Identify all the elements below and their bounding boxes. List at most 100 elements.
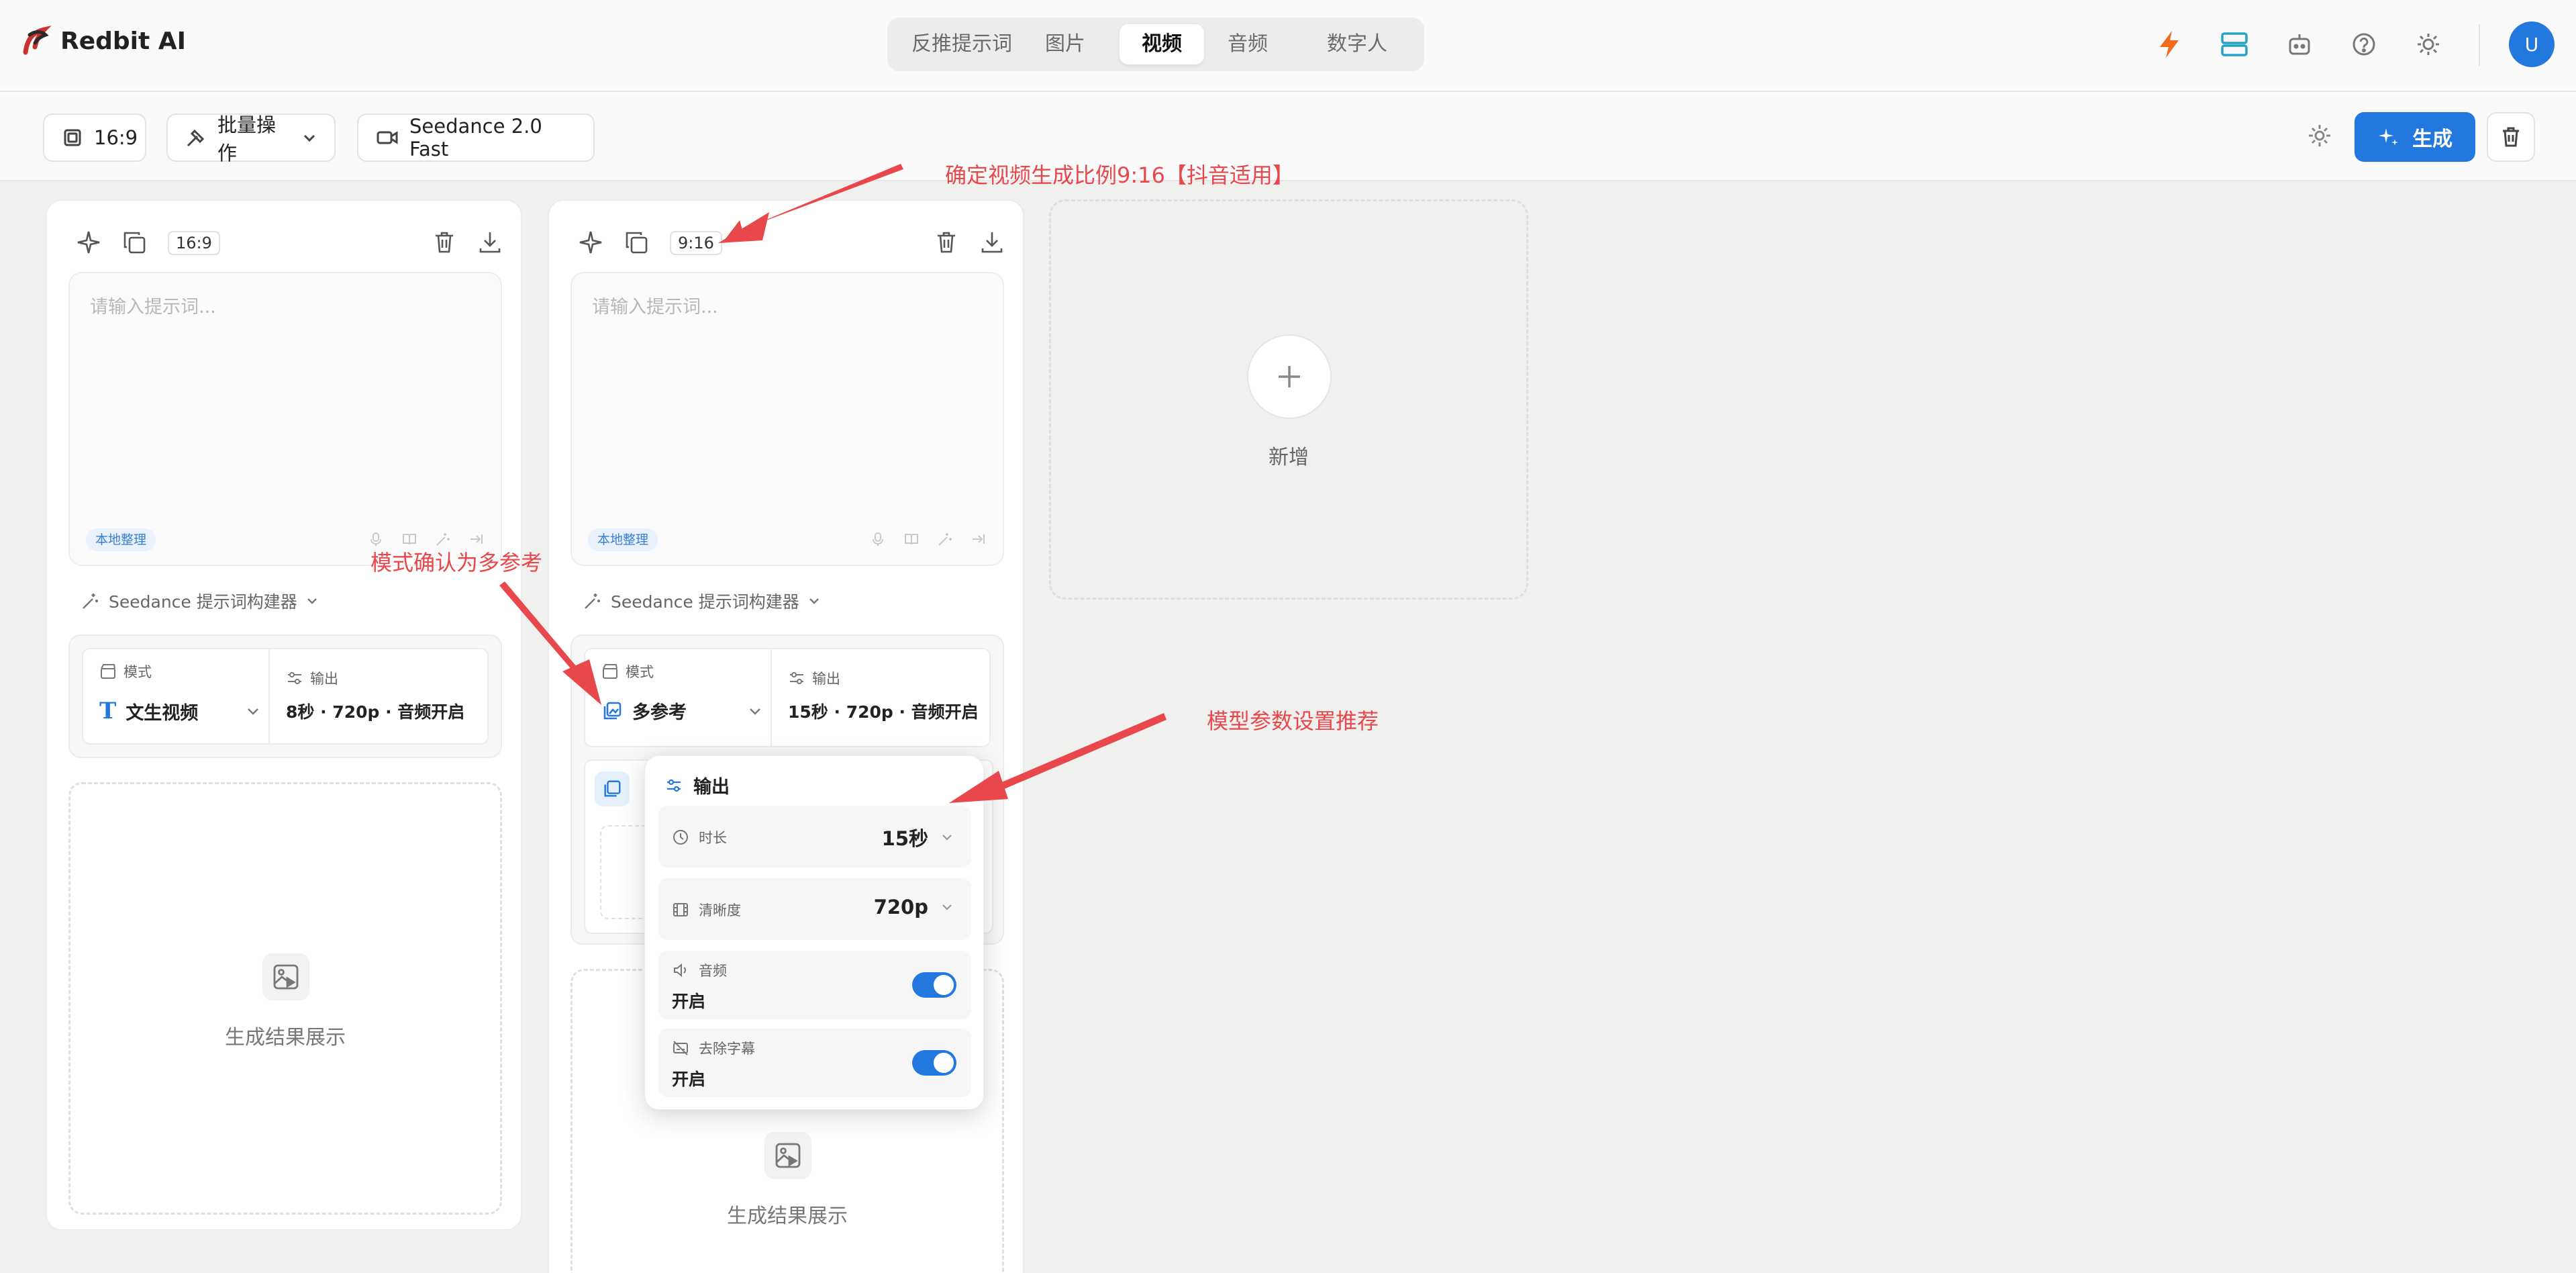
prompt-input[interactable]: 请输入提示词... 本地整理 [68,272,502,566]
duration-label: 时长 [699,830,727,846]
remove-subtitles-toggle[interactable] [912,1050,956,1076]
output-summary[interactable]: 8秒 · 720p · 音频开启 [286,699,464,723]
result-label: 生成结果展示 [727,1205,848,1228]
copy-icon[interactable] [119,228,149,257]
robot-icon[interactable] [2283,28,2316,60]
magic-wand-icon [583,591,603,611]
mode-label: 模式 [626,664,654,680]
video-card-2: 9:16 请输入提示词... 本地整理 Seedance 提示词构建器 模式 多… [548,199,1024,1273]
sparkle-icon [2377,126,2400,148]
card-ratio-badge[interactable]: 16:9 [168,231,220,255]
reference-images-icon[interactable] [595,771,630,806]
text-icon: T [99,698,117,724]
generate-label: 生成 [2412,128,2453,151]
clock-icon [672,829,689,846]
chevron-down-icon [246,704,260,718]
plus-icon[interactable] [1247,334,1332,419]
tab-image[interactable]: 图片 [1026,24,1105,64]
resolution-label-row: 清晰度 [672,900,741,920]
ratio-button[interactable]: 16:9 [43,113,146,162]
sliders-icon [665,777,683,794]
bolt-icon[interactable] [2153,28,2185,60]
sparkle-icon[interactable] [576,228,605,257]
tab-audio[interactable]: 音频 [1205,24,1290,64]
subtitle-label: 去除字幕 [699,1041,755,1057]
help-icon[interactable] [2348,28,2380,60]
builder-label: Seedance 提示词构建器 [611,592,799,612]
config-divider [771,649,772,746]
aspect-ratio-icon [62,127,83,148]
prompt-builder-dropdown[interactable]: Seedance 提示词构建器 [583,589,821,613]
chevron-down-icon [940,831,954,844]
audio-row: 音频 开启 [658,951,971,1019]
card-ratio-badge[interactable]: 9:16 [670,231,722,255]
annotation-mode: 模式确认为多参考 [370,550,543,575]
subtitles-off-icon [672,1039,689,1057]
duration-value-row: 15秒 [882,823,954,851]
tab-digital-human[interactable]: 数字人 [1303,24,1411,64]
local-tag[interactable]: 本地整理 [588,528,658,551]
model-label: Seedance 2.0 Fast [409,115,542,160]
sparkle-icon[interactable] [74,228,103,257]
book-icon[interactable] [903,531,920,547]
insert-icon[interactable] [468,531,485,547]
prompt-placeholder: 请输入提示词... [592,297,718,318]
local-tag[interactable]: 本地整理 [86,528,156,551]
magic-wand-icon[interactable] [937,531,953,547]
add-card[interactable]: 新增 [1049,199,1528,600]
image-video-icon [262,953,309,1000]
app-logo[interactable]: Redbit AI [20,26,186,56]
theme-icon[interactable] [2412,28,2444,60]
video-card-1: 16:9 请输入提示词... 本地整理 Seedance 提示词构建器 模式 T [46,199,522,1231]
output-summary[interactable]: 15秒 · 720p · 音频开启 [788,699,979,723]
download-icon[interactable] [977,228,1007,257]
mode-value: 多参考 [632,702,687,723]
trash-icon[interactable] [932,228,961,257]
microphone-icon[interactable] [368,531,384,547]
config-divider [268,649,270,743]
speaker-icon [672,961,689,979]
batch-operations-button[interactable]: 批量操作 [166,113,336,164]
magic-wand-icon[interactable] [435,531,451,547]
insert-icon[interactable] [971,531,987,547]
app-name: Redbit AI [60,27,187,55]
audio-toggle[interactable] [912,972,956,998]
user-avatar[interactable]: U [2509,21,2555,67]
layers-icon[interactable] [2218,28,2250,60]
output-label-row: 输出 [286,668,338,688]
chevron-down-icon [305,594,319,608]
settings-gear-icon[interactable] [2305,121,2337,153]
output-settings-popup: 输出 时长 15秒 清晰度 720p 音频 开启 去除字幕 开启 [644,755,984,1110]
image-video-icon [764,1132,811,1179]
film-icon [672,901,689,918]
popup-title: 输出 [693,777,730,798]
ratio-label: 16:9 [94,126,138,149]
duration-select[interactable]: 时长 15秒 [658,806,971,867]
output-label-row: 输出 [788,668,840,688]
microphone-icon[interactable] [870,531,886,547]
chevron-down-icon [807,594,821,608]
prompt-input[interactable]: 请输入提示词... 本地整理 [571,272,1004,566]
model-select-button[interactable]: Seedance 2.0 Fast [357,113,595,162]
resolution-value: 720p [873,896,928,918]
download-icon[interactable] [475,228,505,257]
tab-video[interactable]: 视频 [1120,24,1204,64]
mode-select[interactable]: T 文生视频 [99,698,260,724]
delete-all-button[interactable] [2487,112,2535,162]
mode-label: 模式 [123,664,152,680]
resolution-select[interactable]: 清晰度 720p [658,878,971,940]
magic-wand-icon [81,591,101,611]
trash-icon[interactable] [430,228,459,257]
prompt-tools [368,531,485,547]
clapper-icon [601,663,619,680]
config-panel: 模式 T 文生视频 输出 8秒 · 720p · 音频开启 [68,634,502,758]
generate-button[interactable]: 生成 [2355,112,2475,162]
prompt-builder-dropdown[interactable]: Seedance 提示词构建器 [81,589,319,613]
book-icon[interactable] [401,531,417,547]
output-value: 8秒 · 720p · 音频开启 [286,702,465,722]
add-card-label: 新增 [1269,446,1309,469]
result-area: 生成结果展示 [68,782,502,1215]
copy-icon[interactable] [622,228,651,257]
mode-select[interactable]: 多参考 [601,698,762,724]
tab-reverse-prompt[interactable]: 反推提示词 [901,24,1023,64]
